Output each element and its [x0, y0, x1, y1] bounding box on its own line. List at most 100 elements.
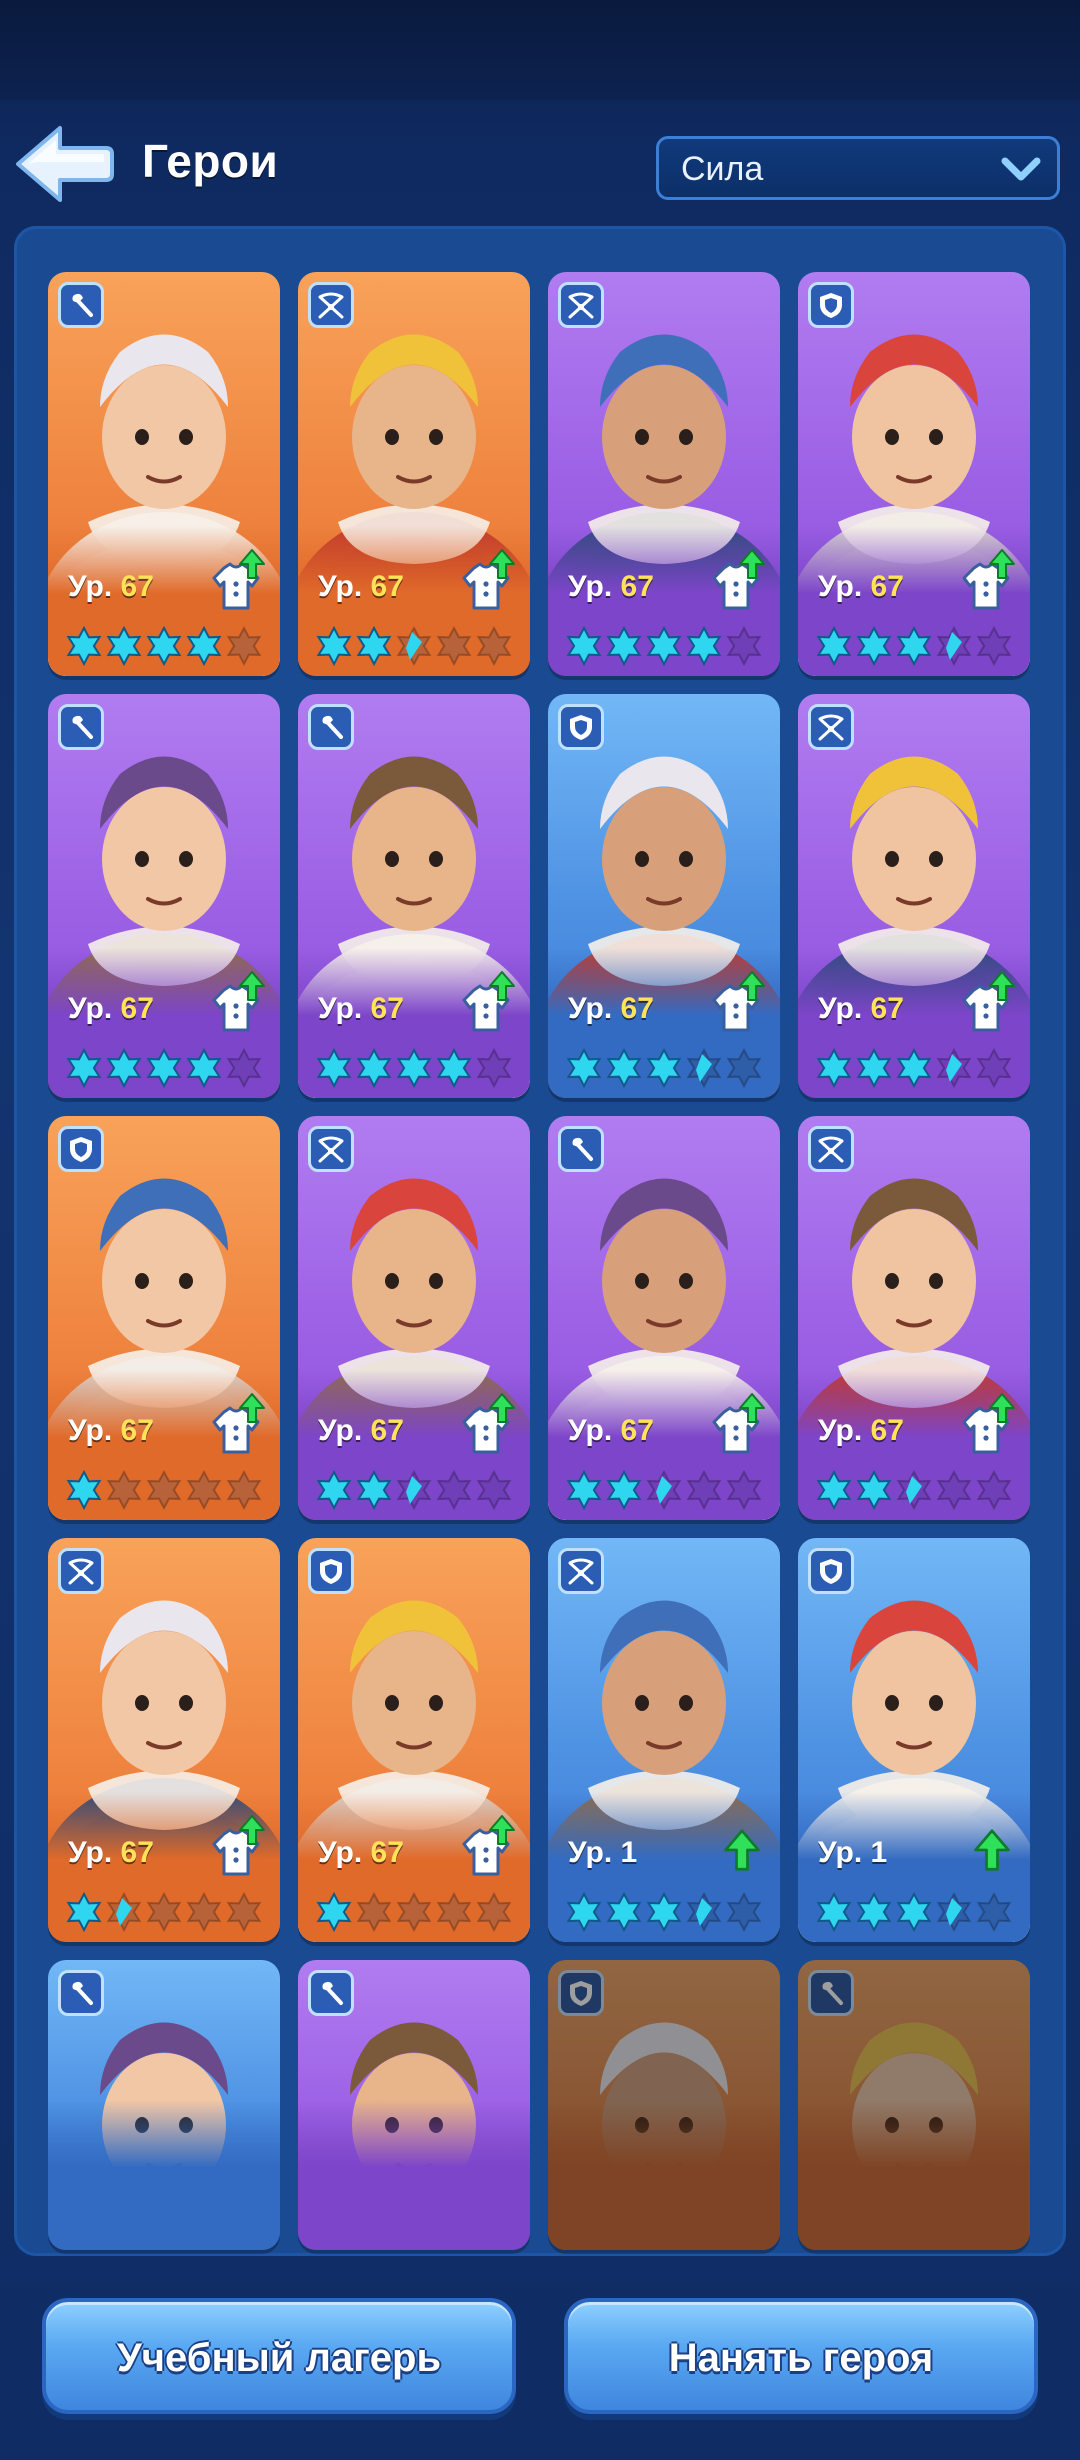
role-badge [308, 704, 354, 750]
sort-value: Сила [681, 150, 764, 188]
star-icon [856, 626, 892, 666]
star-rating [66, 1048, 262, 1088]
hero-level: Ур. 67 [68, 992, 154, 1026]
hero-card[interactable]: Ур. 67 [298, 694, 530, 1098]
hero-level: Ур. 67 [818, 570, 904, 604]
card-footer [298, 2100, 530, 2250]
star-icon [896, 1892, 932, 1932]
star-icon [726, 1470, 762, 1510]
upgrade-arrow-icon [739, 971, 765, 1001]
star-icon [726, 1892, 762, 1932]
hero-card[interactable]: Ур. 67 [48, 1116, 280, 1520]
star-icon [396, 1892, 432, 1932]
star-icon [66, 1048, 102, 1088]
level-number: 67 [120, 1836, 154, 1869]
star-icon [646, 1048, 682, 1088]
star-icon [146, 1470, 182, 1510]
star-icon [936, 1470, 972, 1510]
upgrade-arrow-icon [239, 1815, 265, 1845]
star-icon [226, 626, 262, 666]
star-icon [606, 1470, 642, 1510]
star-icon [356, 1892, 392, 1932]
star-icon [226, 1470, 262, 1510]
hero-card[interactable]: Ур. 67 [798, 694, 1030, 1098]
hero-card[interactable]: Ур. 67 [48, 694, 280, 1098]
hero-card[interactable]: Ур. 67 [548, 272, 780, 676]
star-icon [976, 1892, 1012, 1932]
hero-level: Ур. 67 [568, 570, 654, 604]
star-icon [66, 626, 102, 666]
training-camp-button[interactable]: Учебный лагерь [42, 2298, 516, 2414]
star-rating [316, 626, 512, 666]
upgrade-arrow-icon [239, 971, 265, 1001]
card-footer [548, 2100, 780, 2250]
hero-card[interactable]: Ур. 67 [798, 272, 1030, 676]
level-number: 67 [120, 1414, 154, 1447]
hero-card[interactable] [298, 1960, 530, 2250]
star-icon [146, 626, 182, 666]
star-icon [186, 626, 222, 666]
level-prefix: Ур. [818, 570, 863, 603]
level-number: 67 [620, 992, 654, 1025]
star-rating [566, 1892, 762, 1932]
hero-card[interactable] [798, 1960, 1030, 2250]
training-camp-label: Учебный лагерь [116, 2336, 442, 2380]
star-icon [66, 1470, 102, 1510]
hero-card[interactable]: Ур. 1 [798, 1538, 1030, 1942]
hero-card[interactable]: Ур. 67 [298, 272, 530, 676]
star-icon [476, 1470, 512, 1510]
star-icon [476, 1048, 512, 1088]
hero-card[interactable]: Ур. 67 [48, 1538, 280, 1942]
hero-list-panel[interactable]: Ур. 67 Ур. 67 Ур. 67 Ур. 67 Ур. 67 Ур. 6… [14, 226, 1066, 2256]
hero-level: Ур. 67 [68, 570, 154, 604]
sort-dropdown[interactable]: Сила [656, 136, 1060, 200]
role-badge [558, 704, 604, 750]
hero-card[interactable] [48, 1960, 280, 2250]
star-rating [816, 1892, 1012, 1932]
star-icon [226, 1048, 262, 1088]
star-icon [896, 626, 932, 666]
hero-level: Ур. 1 [568, 1836, 637, 1870]
hero-card[interactable]: Ур. 67 [48, 272, 280, 676]
hero-card[interactable] [548, 1960, 780, 2250]
star-rating [566, 1470, 762, 1510]
star-icon [106, 1048, 142, 1088]
star-icon [226, 1892, 262, 1932]
star-icon [106, 626, 142, 666]
star-icon [816, 1892, 852, 1932]
role-badge [58, 1126, 104, 1172]
hero-card[interactable]: Ур. 67 [798, 1116, 1030, 1520]
header: Герои Сила [0, 110, 1080, 220]
star-icon [316, 1470, 352, 1510]
hero-card[interactable]: Ур. 67 [298, 1116, 530, 1520]
star-icon [976, 626, 1012, 666]
hero-card[interactable]: Ур. 67 [298, 1538, 530, 1942]
role-badge [58, 704, 104, 750]
level-number: 67 [370, 992, 404, 1025]
upgrade-arrow-icon [989, 549, 1015, 579]
hero-card[interactable]: Ур. 67 [548, 694, 780, 1098]
role-badge [808, 1126, 854, 1172]
star-icon [316, 1048, 352, 1088]
back-button[interactable] [14, 122, 114, 206]
level-prefix: Ур. [68, 1414, 113, 1447]
role-badge [58, 1970, 104, 2016]
level-number: 67 [870, 1414, 904, 1447]
hire-hero-button[interactable]: Нанять героя [564, 2298, 1038, 2414]
level-prefix: Ур. [318, 1836, 363, 1869]
star-icon [436, 1892, 472, 1932]
hero-level: Ур. 67 [318, 1836, 404, 1870]
hero-card[interactable]: Ур. 1 [548, 1538, 780, 1942]
upgrade-arrow-icon [739, 549, 765, 579]
star-icon [606, 1048, 642, 1088]
level-prefix: Ур. [568, 1836, 613, 1869]
level-number: 67 [370, 1836, 404, 1869]
star-icon [686, 1470, 722, 1510]
star-icon [316, 1892, 352, 1932]
hero-card[interactable]: Ур. 67 [548, 1116, 780, 1520]
star-icon [606, 1892, 642, 1932]
star-icon [316, 626, 352, 666]
upgrade-arrow-icon [239, 1393, 265, 1423]
hero-level: Ур. 67 [568, 1414, 654, 1448]
star-icon [436, 1048, 472, 1088]
